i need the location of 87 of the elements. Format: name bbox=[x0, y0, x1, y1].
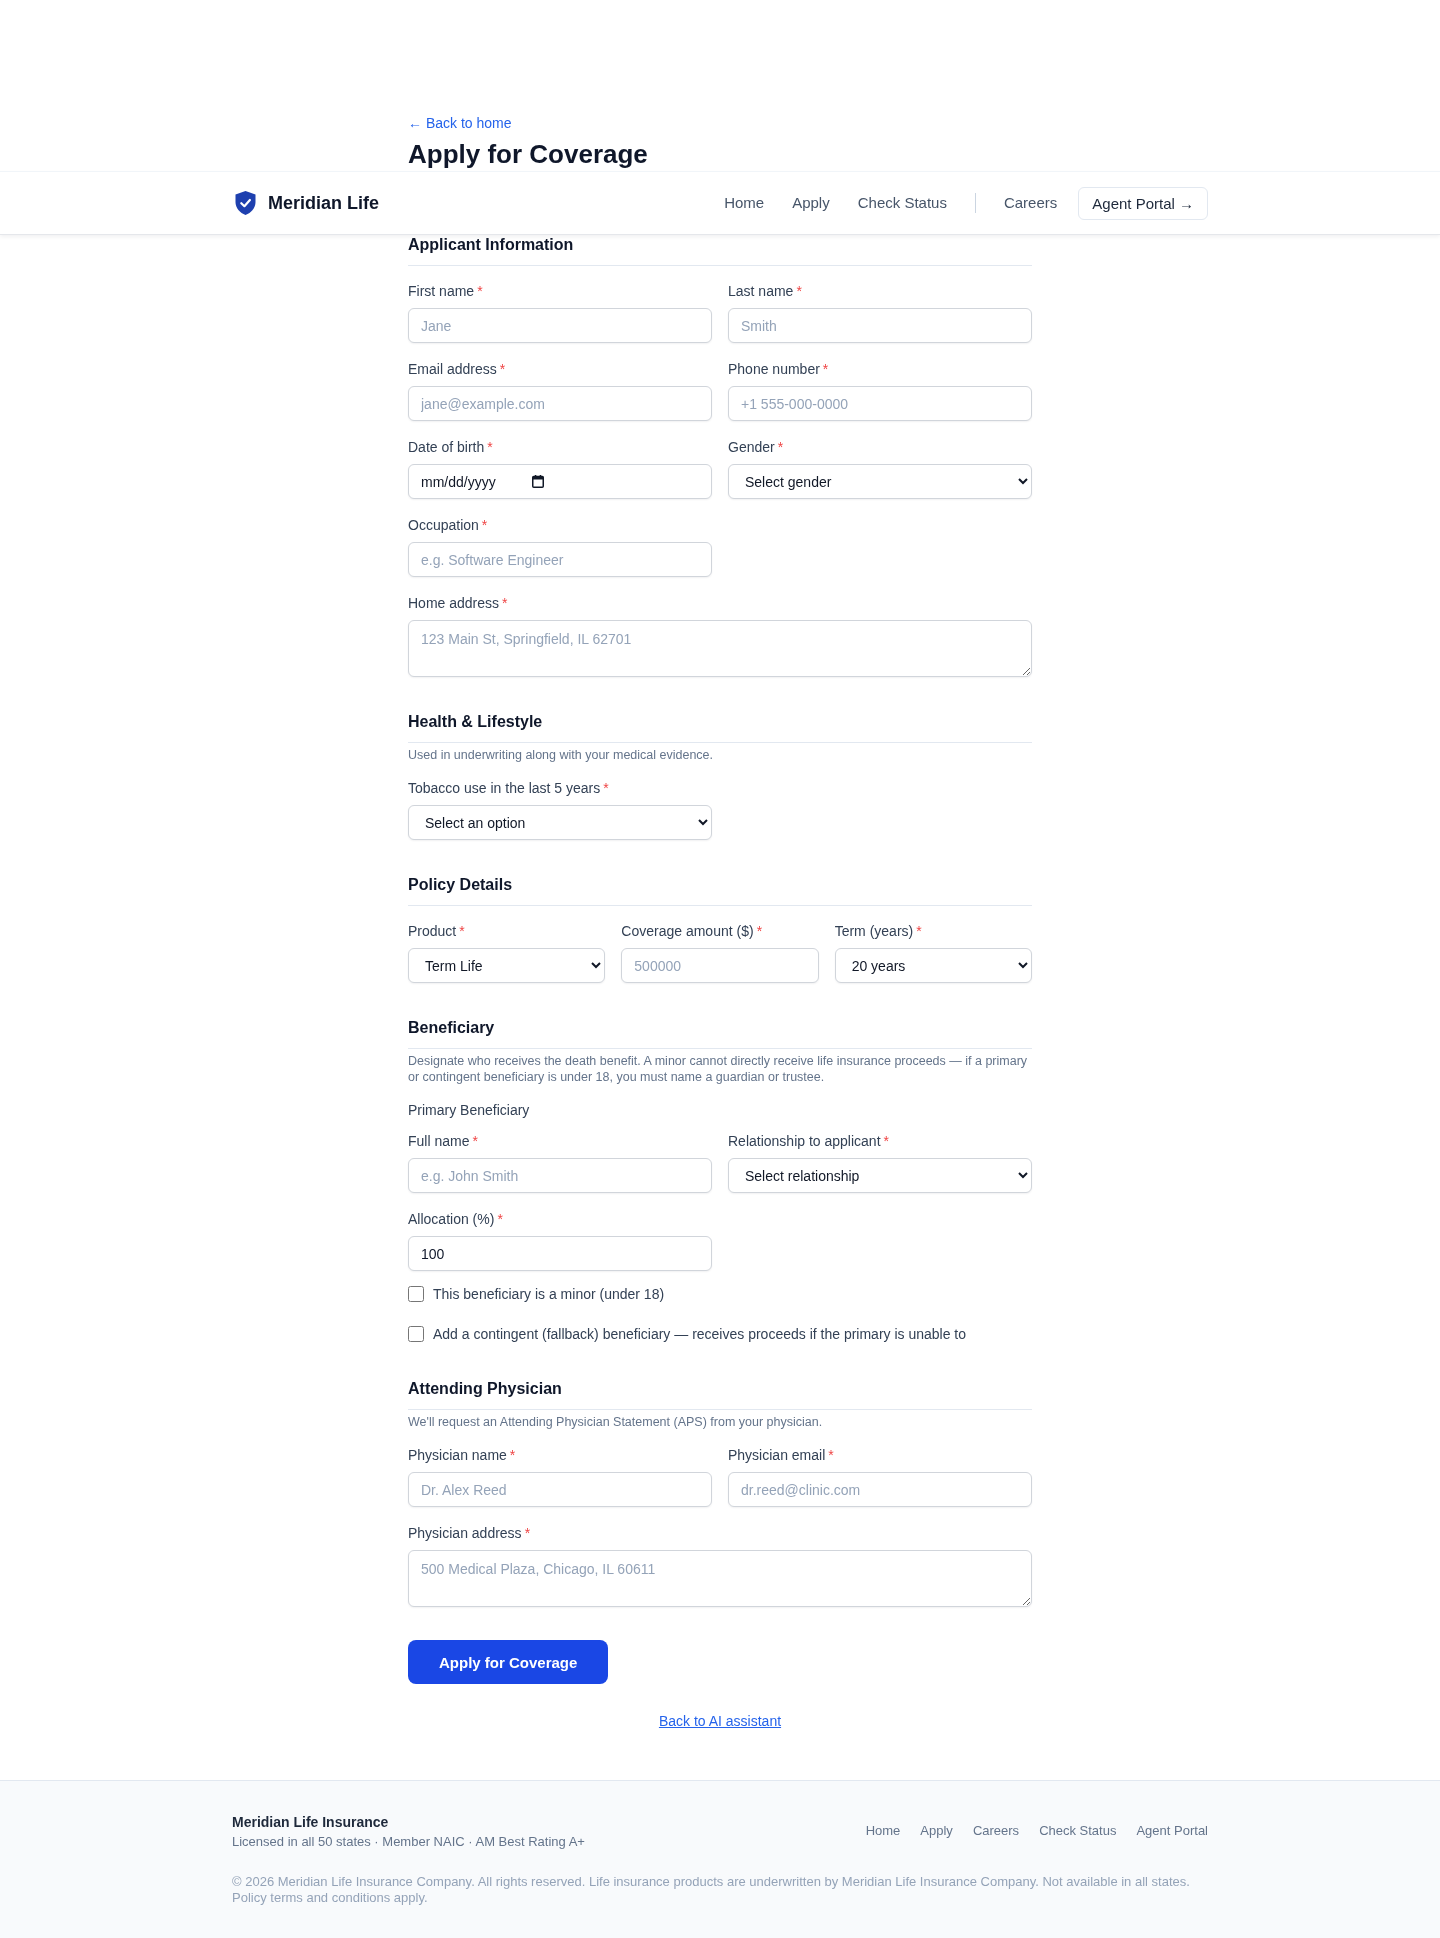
checkbox[interactable] bbox=[408, 1326, 424, 1342]
required-mark: * bbox=[822, 360, 829, 379]
section-heading: Beneficiary bbox=[408, 1018, 496, 1038]
section-description: We'll request an Attending Physician Statement (APS) from your physician. bbox=[408, 1414, 824, 1430]
section-heading: Health & Lifestyle bbox=[408, 712, 544, 732]
field-label: Occupation bbox=[408, 516, 479, 535]
required-mark: * bbox=[828, 1446, 834, 1465]
dropdown[interactable]: Select gender bbox=[728, 464, 1032, 499]
field-label: Physician name bbox=[408, 1446, 507, 1465]
dropdown[interactable]: 20 years bbox=[834, 948, 1032, 983]
nav-link[interactable]: Check Status bbox=[857, 193, 947, 213]
section-description: Used in underwriting along with your medical evidence. bbox=[408, 747, 715, 763]
footer-tagline: Licensed in all 50 states · Member NAIC · AM Best Rating A+ bbox=[232, 1834, 585, 1850]
checkbox[interactable] bbox=[408, 1286, 424, 1302]
required-mark: * bbox=[459, 922, 465, 941]
brand-name[interactable]: Meridian Life bbox=[268, 191, 379, 215]
field-label: Product bbox=[408, 922, 457, 941]
checkbox-label: This beneficiary is a minor (under 18) bbox=[433, 1285, 665, 1304]
nav-link[interactable]: Careers bbox=[1003, 193, 1058, 213]
subsection-heading: Primary Beneficiary bbox=[408, 1101, 530, 1120]
date-field[interactable]: mm/dd/yyyy bbox=[408, 464, 712, 499]
footer-link[interactable]: Careers bbox=[972, 1822, 1020, 1840]
required-mark: * bbox=[603, 779, 609, 798]
text-area[interactable]: 500 Medical Plaza, Chicago, IL 60611 bbox=[408, 1550, 1032, 1607]
required-mark: * bbox=[756, 922, 763, 941]
field-label: Email address bbox=[408, 360, 497, 379]
field-label: Phone number bbox=[728, 360, 820, 379]
checkbox-label: Add a contingent (fallback) beneficiary — receives proceeds if the primary is unable to bbox=[433, 1325, 967, 1344]
field-label: Relationship to applicant bbox=[728, 1132, 881, 1151]
text-input[interactable]: Dr. Alex Reed bbox=[408, 1472, 712, 1507]
field-label: First name bbox=[408, 282, 475, 301]
field-label: Full name bbox=[408, 1132, 470, 1151]
required-mark: * bbox=[883, 1132, 889, 1151]
section-heading: Attending Physician bbox=[408, 1379, 563, 1399]
text-input[interactable]: e.g. Software Engineer bbox=[408, 542, 712, 577]
agent-portal-button[interactable]: Agent Portal → bbox=[1078, 186, 1208, 220]
text-input[interactable]: 100 bbox=[408, 1236, 712, 1271]
footer-brand: Meridian Life Insurance bbox=[232, 1813, 389, 1832]
required-mark: * bbox=[499, 360, 506, 379]
field-label: Coverage amount ($) bbox=[621, 922, 754, 941]
section-heading: Policy Details bbox=[408, 875, 514, 895]
field-label: Gender bbox=[728, 438, 775, 457]
dropdown[interactable]: Term Life bbox=[408, 948, 606, 983]
text-input[interactable]: +1 555-000-0000 bbox=[728, 386, 1032, 421]
back-to-assistant-link[interactable]: Back to AI assistant bbox=[658, 1711, 782, 1731]
text-input[interactable]: jane@example.com bbox=[408, 386, 712, 421]
nav-link[interactable]: Apply bbox=[792, 193, 830, 213]
apply-button[interactable]: Apply for Coverage bbox=[408, 1640, 609, 1684]
calendar-icon bbox=[532, 475, 544, 488]
text-area[interactable]: 123 Main St, Springfield, IL 62701 bbox=[408, 620, 1032, 677]
nav-link[interactable]: Home bbox=[724, 193, 765, 213]
footer-link[interactable]: Home bbox=[865, 1822, 901, 1840]
required-mark: * bbox=[524, 1524, 531, 1543]
text-input[interactable]: Jane bbox=[408, 308, 712, 343]
field-label: Physician email bbox=[728, 1446, 826, 1465]
required-mark: * bbox=[502, 594, 508, 613]
required-mark: * bbox=[777, 438, 784, 457]
back-to-home-link[interactable]: ← Back to home bbox=[408, 113, 512, 133]
shield-check-icon bbox=[235, 191, 256, 215]
required-mark: * bbox=[497, 1210, 503, 1229]
required-mark: * bbox=[481, 516, 488, 535]
copyright-text: © 2026 Meridian Life Insurance Company. All rights reserved. Life insurance products are underwritten by Meridian Life Insurance Company. Not available in all states. Policy terms and conditions apply. bbox=[232, 1874, 1191, 1906]
section-heading: Applicant Information bbox=[408, 235, 575, 255]
required-mark: * bbox=[487, 438, 493, 457]
footer-link[interactable]: Apply bbox=[920, 1822, 953, 1840]
field-label: Home address bbox=[408, 594, 500, 613]
text-input[interactable]: dr.reed@clinic.com bbox=[728, 1472, 1032, 1507]
required-mark: * bbox=[477, 282, 483, 301]
field-label: Date of birth bbox=[408, 438, 485, 457]
field-label: Term (years) bbox=[834, 922, 914, 941]
required-mark: * bbox=[916, 922, 922, 941]
required-mark: * bbox=[472, 1132, 478, 1151]
footer-link[interactable]: Agent Portal bbox=[1136, 1822, 1208, 1840]
page-title: Apply for Coverage bbox=[408, 139, 648, 169]
field-label: Last name bbox=[728, 282, 794, 301]
field-label: Allocation (%) bbox=[408, 1210, 495, 1229]
required-mark: * bbox=[509, 1446, 516, 1465]
required-mark: * bbox=[796, 282, 802, 301]
text-input[interactable]: 500000 bbox=[621, 948, 819, 983]
dropdown[interactable]: Select relationship bbox=[728, 1158, 1032, 1193]
footer-link[interactable]: Check Status bbox=[1039, 1822, 1117, 1840]
section-description: Designate who receives the death benefit. A minor cannot directly receive life insurance proceeds — if a primary or contingent beneficiary is under 18, you must name a guardian or trustee. bbox=[408, 1053, 1029, 1085]
field-label: Physician address bbox=[408, 1524, 522, 1543]
text-input[interactable]: e.g. John Smith bbox=[408, 1158, 712, 1193]
text-input[interactable]: Smith bbox=[728, 308, 1032, 343]
dropdown[interactable]: Select an option bbox=[408, 805, 712, 840]
field-label: Tobacco use in the last 5 years bbox=[408, 779, 601, 798]
